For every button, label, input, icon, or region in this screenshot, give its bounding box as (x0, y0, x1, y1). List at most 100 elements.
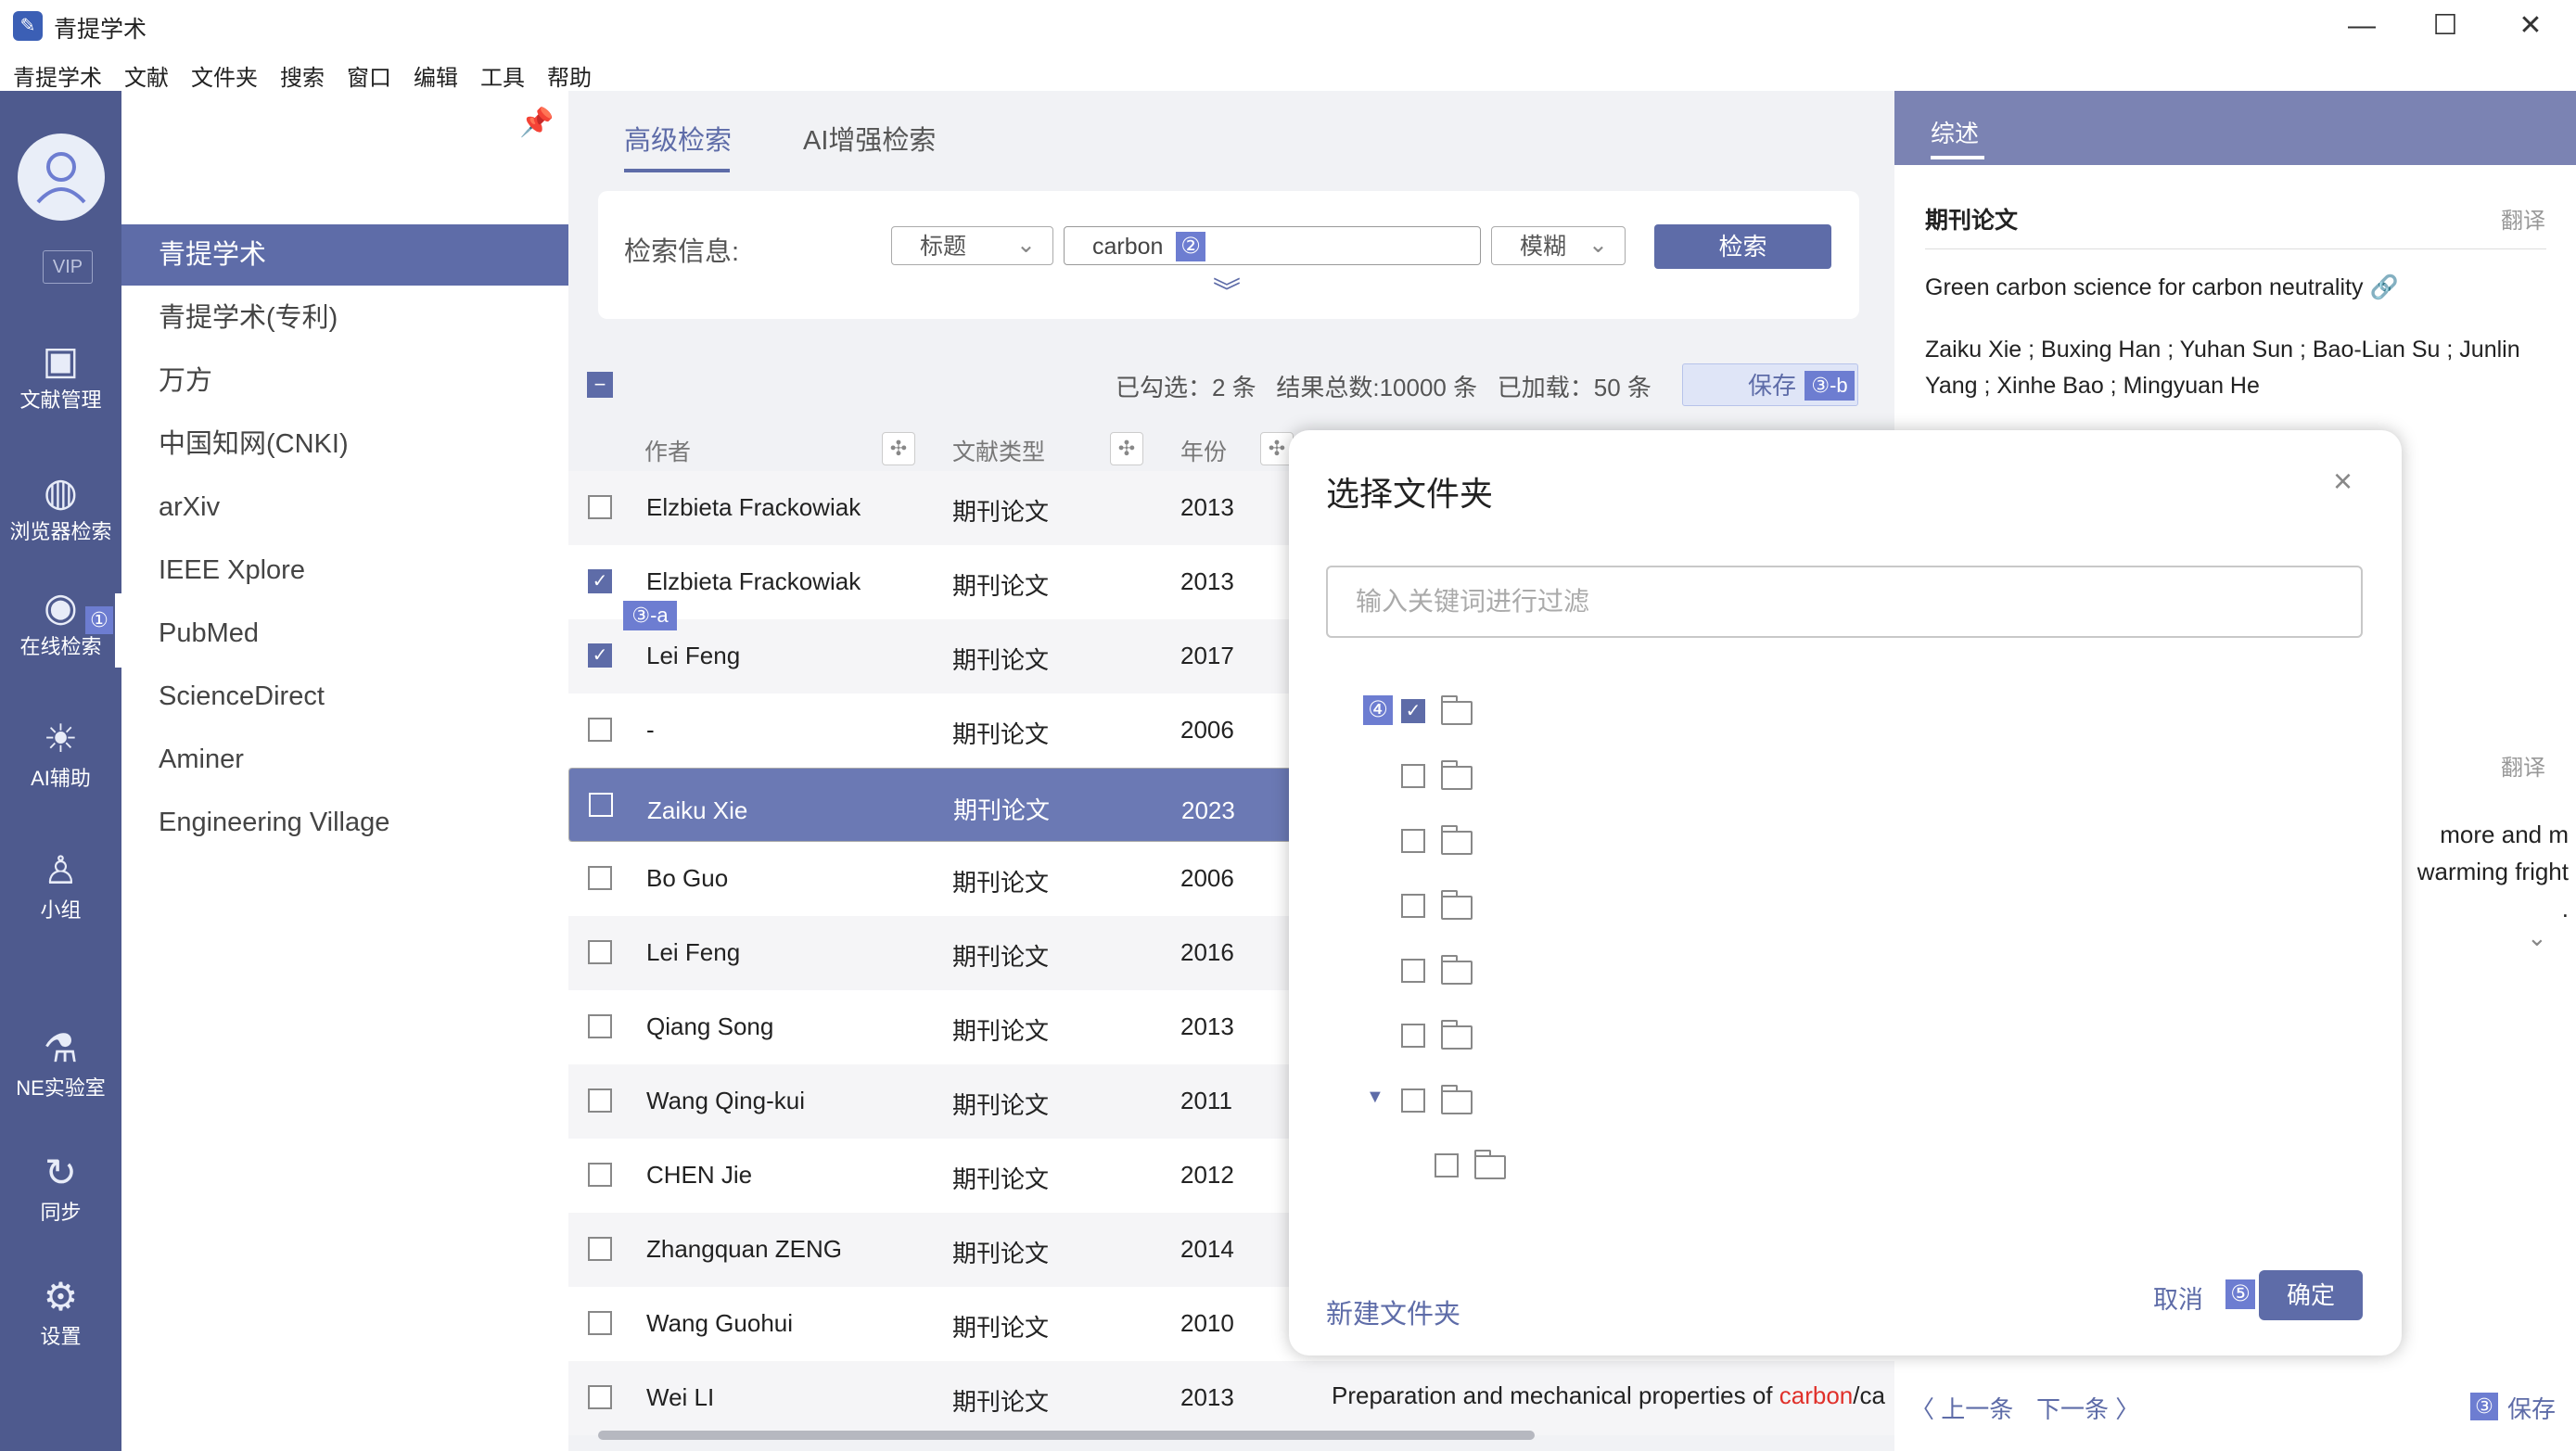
cell-author: Zhangquan ZENG (646, 1235, 843, 1263)
row-checkbox[interactable] (588, 1163, 612, 1187)
folder-checkbox[interactable] (1401, 959, 1425, 983)
dialog-title: 选择文件夹 (1326, 475, 1494, 513)
menu-window[interactable]: 窗口 (347, 59, 391, 92)
rail-sync[interactable]: ↻ 同步 (0, 1150, 121, 1226)
folder-checkbox[interactable] (1401, 1024, 1425, 1048)
field-select[interactable]: 标题 ⌄ (891, 226, 1053, 265)
row-checkbox[interactable] (588, 495, 612, 519)
avatar[interactable] (18, 134, 105, 221)
menu-tools[interactable]: 工具 (480, 59, 525, 92)
cell-type: 期刊论文 (952, 1314, 1050, 1342)
close-button[interactable]: ✕ (2498, 6, 2563, 46)
horizontal-scrollbar[interactable] (598, 1431, 1535, 1440)
row-checkbox[interactable] (588, 1014, 612, 1038)
source-qingti[interactable]: 青提学术 (121, 224, 568, 286)
rail-label: NE实验室 (16, 1076, 106, 1100)
source-arxiv[interactable]: arXiv (121, 477, 568, 538)
translate-button[interactable]: 翻译 (2501, 749, 2545, 782)
menu-literature[interactable]: 文献 (124, 59, 169, 92)
translate-button[interactable]: 翻译 (2501, 202, 2545, 235)
cell-type: 期刊论文 (952, 720, 1050, 748)
folder-checkbox[interactable] (1435, 1153, 1459, 1177)
source-aminer[interactable]: Aminer (121, 729, 568, 790)
next-button[interactable]: 下一条 〉 (2036, 1391, 2139, 1425)
col-year[interactable]: 年份 (1180, 434, 1227, 467)
pin-icon[interactable]: 📌 (519, 107, 554, 139)
row-checkbox[interactable]: ✓ (588, 643, 612, 668)
cell-author: Lei Feng (646, 642, 741, 669)
minimize-button[interactable]: — (2329, 6, 2394, 46)
close-icon[interactable]: × (2333, 462, 2353, 501)
new-folder-button[interactable]: 新建文件夹 (1326, 1292, 1460, 1331)
link-icon[interactable]: 🔗 (2369, 274, 2398, 300)
folder-checkbox[interactable] (1401, 1088, 1425, 1113)
cell-type: 期刊论文 (952, 1091, 1050, 1119)
bulb-icon: ☀ (43, 717, 79, 760)
rail-group[interactable]: ♙ 小组 (0, 847, 121, 923)
folder-checkbox[interactable] (1401, 764, 1425, 788)
row-checkbox[interactable] (588, 940, 612, 964)
tab-advanced-search[interactable]: 高级检索 (624, 119, 732, 158)
cell-author: Wang Qing-kui (646, 1087, 805, 1114)
rail-literature-management[interactable]: ▣ 文献管理 (0, 337, 121, 414)
folder-icon (1441, 955, 1473, 985)
cell-title: Preparation and mechanical properties of… (1332, 1381, 1888, 1410)
chevron-down-icon[interactable]: ⌄ (2527, 923, 2547, 952)
folder-checkbox[interactable]: ✓ (1401, 699, 1425, 723)
row-checkbox[interactable] (588, 718, 612, 742)
previous-button[interactable]: 〈 上一条 (1910, 1391, 2013, 1425)
row-checkbox[interactable] (588, 1088, 612, 1113)
maximize-button[interactable]: ☐ (2413, 6, 2478, 46)
row-checkbox[interactable] (588, 1311, 612, 1335)
caret-down-icon[interactable]: ▼ (1366, 1087, 1384, 1108)
rail-browser-search[interactable]: ◍ 浏览器检索 (0, 469, 121, 545)
loaded-count: 已加载：50 条 (1497, 374, 1651, 401)
source-sciencedirect[interactable]: ScienceDirect (121, 666, 568, 727)
source-qingti-patent[interactable]: 青提学术(专利) (121, 287, 568, 349)
expand-down-icon[interactable]: ︾ (1213, 269, 1241, 310)
rail-settings[interactable]: ⚙ 设置 (0, 1274, 121, 1350)
cell-author: Wei LI (646, 1383, 715, 1411)
menu-folder[interactable]: 文件夹 (191, 59, 258, 92)
match-mode-select[interactable]: 模糊 ⌄ (1491, 226, 1626, 265)
row-checkbox[interactable] (588, 866, 612, 890)
menu-edit[interactable]: 编辑 (414, 59, 458, 92)
source-ieee[interactable]: IEEE Xplore (121, 540, 568, 601)
cell-year: 2006 (1180, 716, 1234, 744)
source-engineering-village[interactable]: Engineering Village (121, 792, 568, 853)
folder-checkbox[interactable] (1401, 894, 1425, 918)
select-all-checkbox[interactable]: − (587, 372, 613, 398)
tab-summary[interactable]: 综述 (1931, 115, 1979, 149)
source-wanfang[interactable]: 万方 (121, 350, 568, 412)
rail-ne-lab[interactable]: ⚗ NE实验室 (0, 1025, 121, 1101)
rail-label: 设置 (40, 1325, 82, 1348)
cancel-button[interactable]: 取消 (2153, 1279, 2203, 1316)
vip-badge: VIP (43, 250, 93, 284)
source-cnki[interactable]: 中国知网(CNKI) (121, 414, 568, 475)
row-checkbox[interactable] (588, 1385, 612, 1409)
save-button[interactable]: 保存 (2507, 1391, 2556, 1425)
move-icon[interactable]: ✣ (1110, 432, 1143, 465)
source-pubmed[interactable]: PubMed (121, 603, 568, 664)
row-checkbox[interactable] (588, 1237, 612, 1261)
rail-active-indicator (115, 593, 121, 668)
move-icon[interactable]: ✣ (882, 432, 915, 465)
menu-help[interactable]: 帮助 (547, 59, 592, 92)
col-author[interactable]: 作者 (644, 434, 691, 467)
step-badge: ② (1176, 232, 1205, 261)
confirm-button[interactable]: 确定 (2259, 1270, 2363, 1320)
row-checkbox[interactable] (589, 793, 613, 817)
search-button[interactable]: 检索 (1654, 224, 1831, 269)
step-badge: ③ (2470, 1393, 2498, 1420)
search-input[interactable]: carbon (1064, 226, 1481, 265)
row-checkbox[interactable]: ✓ (588, 569, 612, 593)
tab-ai-search[interactable]: AI增强检索 (803, 119, 936, 158)
folder-filter-input[interactable]: 输入关键词进行过滤 (1326, 566, 2363, 638)
col-type[interactable]: 文献类型 (952, 434, 1045, 467)
cell-author: CHEN Jie (646, 1161, 753, 1189)
rail-label: 小组 (40, 898, 82, 922)
folder-checkbox[interactable] (1401, 829, 1425, 853)
rail-ai-assist[interactable]: ☀ AI辅助 (0, 716, 121, 792)
menu-search[interactable]: 搜索 (280, 59, 325, 92)
menu-app[interactable]: 青提学术 (13, 59, 102, 92)
